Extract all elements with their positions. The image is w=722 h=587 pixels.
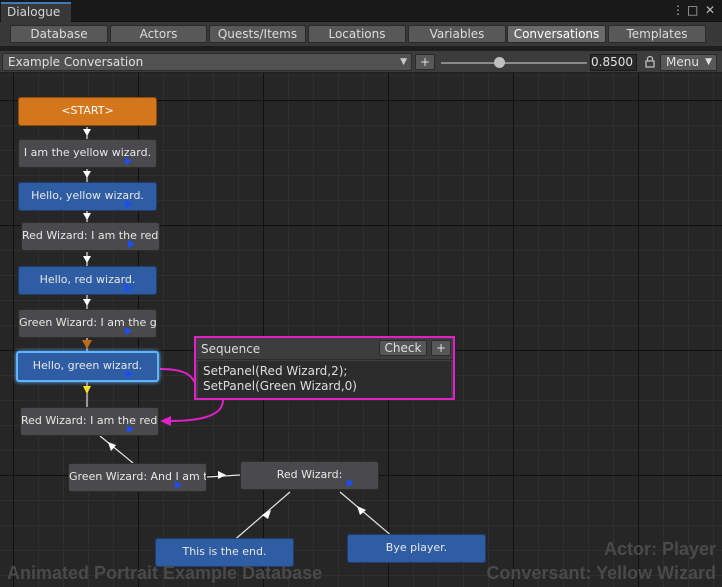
sequence-panel: Sequence Check + SetPanel(Red Wizard,2);… <box>194 336 455 400</box>
tab-locations[interactable]: Locations <box>308 25 406 43</box>
zoom-value-field[interactable]: 0.8500 <box>590 54 637 71</box>
menu-dropdown[interactable]: Menu ▼ <box>660 54 717 71</box>
dialogue-node-green-wizard-2[interactable]: Green Wizard: And I am the <box>68 463 207 492</box>
node-text: Hello, red wizard. <box>39 273 136 286</box>
node-text: Red Wizard: I am the red w <box>22 229 160 242</box>
sequence-header: Sequence Check + <box>196 338 453 360</box>
tab-conversations[interactable]: Conversations <box>507 25 606 43</box>
tab-variables[interactable]: Variables <box>408 25 506 43</box>
arrow-n3-n4 <box>83 256 91 263</box>
zoom-slider-thumb[interactable] <box>493 57 505 68</box>
highlight-curve-out <box>169 399 224 422</box>
link-flag-icon <box>125 200 132 208</box>
sequence-add-button[interactable]: + <box>431 340 451 356</box>
actor-watermark: Actor: Player <box>603 539 716 559</box>
link-flag-icon <box>127 425 134 433</box>
window-title: Dialogue <box>7 5 61 19</box>
arrow-n5-n6 <box>82 340 92 349</box>
node-text: Green Wizard: And I am the <box>69 470 207 483</box>
dialogue-node-yellow-wizard[interactable]: I am the yellow wizard. <box>18 139 157 168</box>
arrow-n1-n2 <box>83 171 91 178</box>
dialogue-node-red-wizard-intro[interactable]: Red Wizard: I am the red w <box>21 222 160 251</box>
start-node[interactable]: <START> <box>18 97 157 126</box>
link-flag-icon <box>175 481 182 489</box>
zoom-slider-track[interactable] <box>441 62 587 64</box>
highlight-curve-in <box>159 368 197 386</box>
link-flag-icon <box>128 240 135 248</box>
conversant-watermark: Conversant: Yellow Wizard <box>486 563 716 583</box>
menu-label: Menu <box>666 55 699 69</box>
chevron-down-icon: ▼ <box>400 57 407 67</box>
maximize-icon[interactable]: □ <box>687 3 698 17</box>
arrow-n2-n3 <box>83 213 91 220</box>
arrow-n4-n5 <box>83 299 91 306</box>
add-conversation-button[interactable]: + <box>415 54 435 70</box>
conversation-canvas[interactable]: <START> I am the yellow wizard. Hello, y… <box>0 73 722 587</box>
tab-actors[interactable]: Actors <box>110 25 207 43</box>
tab-quests-items[interactable]: Quests/Items <box>209 25 306 43</box>
dialogue-node-red-wizard-3[interactable]: Red Wizard: <box>240 461 379 490</box>
arrow-n9-n10 <box>262 510 271 519</box>
arrow-n7-n8 <box>108 442 116 451</box>
link-flag-icon <box>347 479 354 487</box>
link-n7-n8 <box>99 435 134 464</box>
dialogue-node-hello-red[interactable]: Hello, red wizard. <box>18 266 157 295</box>
sequence-line: SetPanel(Red Wizard,2); <box>203 364 348 378</box>
link-flag-icon <box>126 370 133 378</box>
sequence-textarea[interactable]: SetPanel(Red Wizard,2); SetPanel(Green W… <box>198 361 451 398</box>
node-text: Bye player. <box>385 541 448 554</box>
sequence-line: SetPanel(Green Wizard,0) <box>203 379 357 393</box>
conversation-name: Example Conversation <box>8 55 144 69</box>
dialogue-node-bye-player[interactable]: Bye player. <box>347 534 486 563</box>
arrow-n6-n7 <box>83 386 91 394</box>
dialogue-node-hello-green[interactable]: Hello, green wizard. <box>16 351 159 382</box>
database-watermark: Animated Portrait Example Database <box>7 563 323 583</box>
editor-tabbar: Database Actors Quests/Items Locations V… <box>0 22 722 46</box>
node-text: This is the end. <box>182 545 267 558</box>
sequence-label: Sequence <box>201 342 261 356</box>
arrow-n8-n9 <box>218 471 226 479</box>
node-text: Red Wizard: I am the red W <box>21 414 159 427</box>
window-tab[interactable]: Dialogue <box>1 2 71 22</box>
link-flag-icon <box>125 284 132 292</box>
kebab-menu-icon[interactable]: ⋮ <box>672 3 684 17</box>
node-text: I am the yellow wizard. <box>23 146 152 159</box>
dialogue-node-green-wizard-intro[interactable]: Green Wizard: I am the gre <box>18 309 157 338</box>
dialogue-node-hello-yellow[interactable]: Hello, yellow wizard. <box>18 182 157 211</box>
tab-templates[interactable]: Templates <box>608 25 706 43</box>
highlight-arrow <box>160 416 171 426</box>
conversation-dropdown[interactable]: Example Conversation ▼ <box>2 53 412 71</box>
conversation-toolbar: Example Conversation ▼ + 0.8500 Menu ▼ <box>0 51 722 73</box>
window-titlebar: Dialogue ⋮ □ ✕ <box>0 0 722 22</box>
node-text: Red Wizard: <box>276 468 343 481</box>
link-flag-icon <box>125 157 132 165</box>
chevron-down-icon: ▼ <box>705 57 712 67</box>
link-flag-icon <box>125 327 132 335</box>
close-icon[interactable]: ✕ <box>705 3 715 17</box>
arrow-start-n1 <box>83 129 91 136</box>
node-text: Green Wizard: I am the gre <box>19 316 157 329</box>
lock-icon[interactable] <box>645 55 655 68</box>
sequence-check-button[interactable]: Check <box>379 340 427 356</box>
dialogue-node-red-wizard-2[interactable]: Red Wizard: I am the red W <box>20 407 159 436</box>
tab-database[interactable]: Database <box>10 25 108 43</box>
